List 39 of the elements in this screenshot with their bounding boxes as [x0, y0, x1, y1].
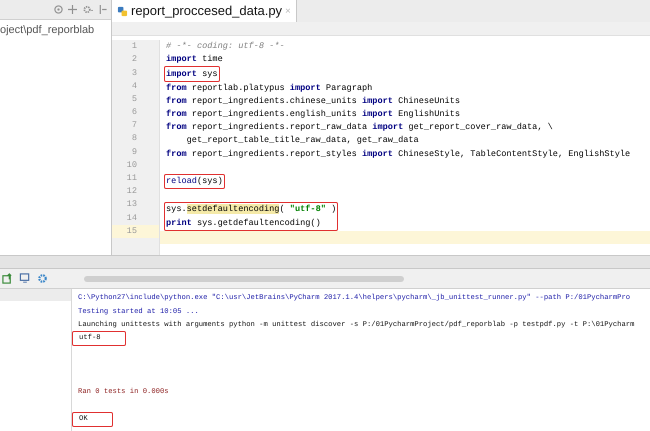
line-number: 6 [132, 106, 137, 119]
line-number: 4 [132, 80, 137, 93]
line-number: 8 [132, 132, 137, 146]
code-line: from report_ingredients.english_units import EnglishUnits [166, 108, 460, 121]
code-line: import time [166, 53, 223, 66]
line-number: 1 [132, 40, 137, 54]
line-number: 9 [132, 146, 137, 159]
code-line: sys.setdefaultencoding( "utf-8" ) [166, 203, 336, 216]
code-line: import sys [166, 68, 218, 80]
gear-icon[interactable] [82, 5, 94, 14]
line-number: 5 [132, 92, 137, 106]
project-path: oject\pdf_reporblab [0, 23, 96, 38]
python-file-icon [117, 6, 128, 16]
code-line: get_report_table_title_raw_data, get_raw_data [186, 134, 419, 148]
monitor-icon[interactable] [19, 273, 31, 284]
scrollbar[interactable] [84, 276, 404, 282]
code-line: from report_ingredients.report_raw_data import get_report_cover_raw_data, \ [166, 121, 553, 134]
line-number: 11 [126, 172, 137, 185]
code-line: # -*- coding: utf-8 -*- [166, 40, 285, 54]
line-number: 7 [132, 119, 137, 132]
line-number: 12 [126, 185, 137, 198]
line-number: 3 [132, 66, 137, 80]
export-icon[interactable] [2, 273, 13, 284]
line-number: 14 [126, 212, 137, 224]
line-number: 13 [126, 198, 137, 212]
code-line: reload(sys) [166, 175, 223, 188]
expand-icon[interactable] [68, 5, 77, 14]
code-line: print sys.getdefaultencoding() [166, 216, 321, 230]
settings-icon[interactable] [37, 273, 48, 284]
line-number: 10 [126, 158, 137, 172]
target-icon[interactable] [54, 5, 63, 14]
code-line: from report_ingredients.report_styles import ChineseStyle, TableContentStyle, EnglishStyle [166, 148, 630, 161]
code-line: from reportlab.platypus import Paragraph [166, 82, 372, 95]
collapse-icon[interactable] [99, 5, 107, 14]
tab-label: report_proccesed_data.py [131, 2, 282, 20]
line-number: 2 [132, 53, 137, 66]
code-line: from report_ingredients.chinese_units import ChineseUnits [166, 94, 460, 108]
line-number: 15 [126, 224, 137, 238]
file-tab[interactable]: report_proccesed_data.py × [112, 0, 297, 22]
